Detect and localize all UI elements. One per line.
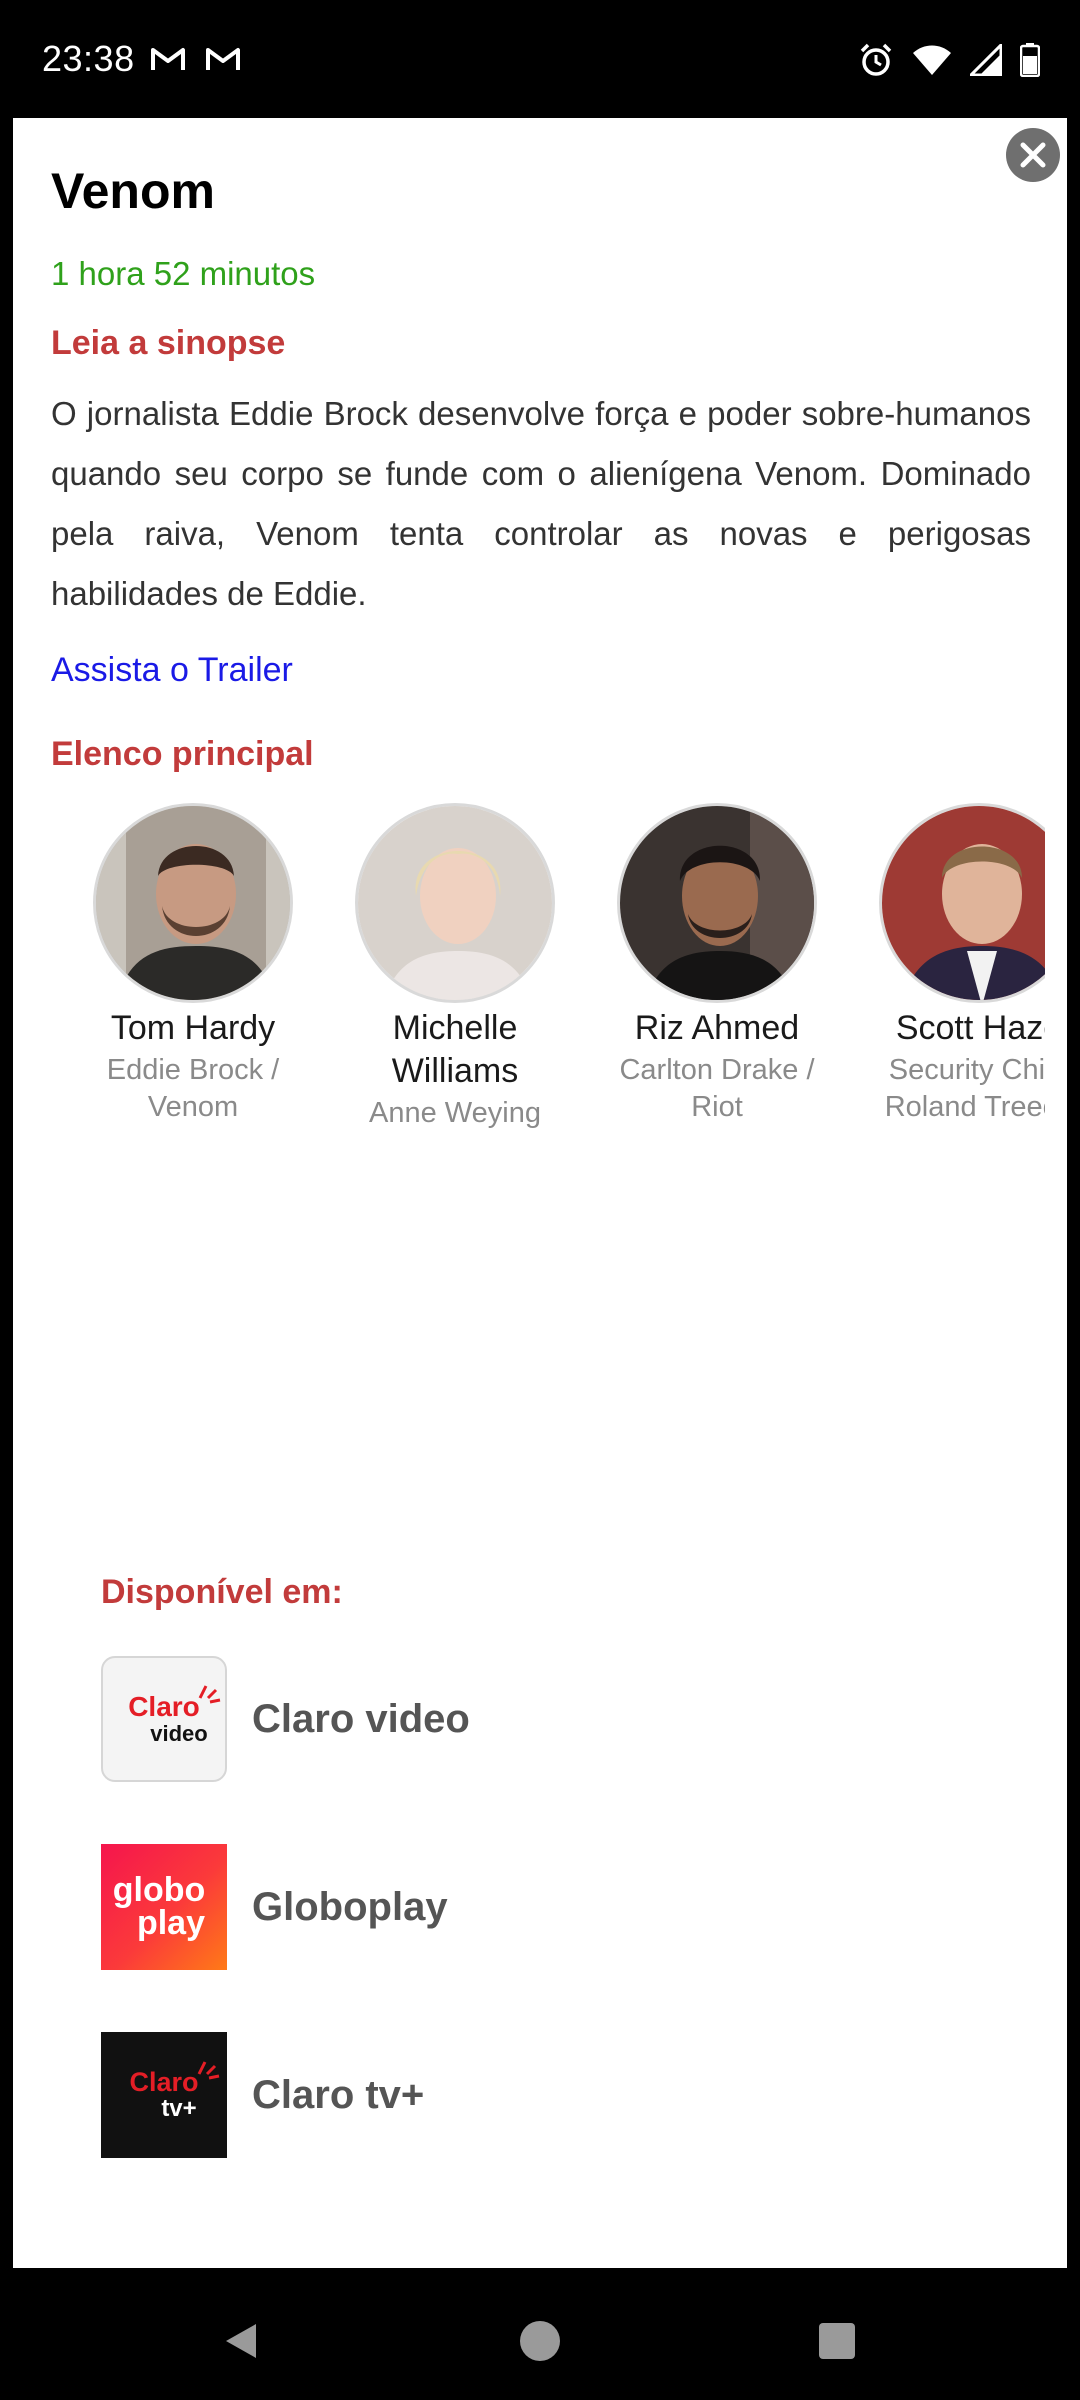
cast-member[interactable]: Scott Haze Security Chief Roland Treece <box>859 803 1045 1126</box>
alarm-icon <box>860 43 892 76</box>
synopsis-heading: Leia a sinopse <box>51 324 286 362</box>
claro-tv-plus-logo: Claro tv+ <box>101 2032 227 2158</box>
recents-button-icon[interactable] <box>818 2322 856 2360</box>
cast-role: Carlton Drake / Riot <box>619 1054 815 1123</box>
cast-photo <box>93 803 293 1003</box>
cast-name: Michelle Williams <box>391 1009 519 1090</box>
gmail-notification-icon <box>206 48 240 70</box>
cast-member[interactable]: Riz Ahmed Carlton Drake / Riot <box>597 803 837 1126</box>
provider-name: Claro video <box>252 1696 470 1741</box>
close-icon <box>1020 142 1046 168</box>
provider-globoplay[interactable]: globo play Globoplay <box>101 1844 801 1970</box>
availability-heading: Disponível em: <box>101 1573 343 1611</box>
gmail-notification-icon <box>151 48 185 70</box>
back-button-icon[interactable] <box>220 2320 262 2362</box>
provider-name: Globoplay <box>252 1884 448 1929</box>
globoplay-logo: globo play <box>101 1844 227 1970</box>
cast-name: Riz Ahmed <box>634 1009 800 1047</box>
cast-member[interactable]: Tom Hardy Eddie Brock / Venom <box>73 803 313 1126</box>
navigation-bar <box>0 2280 1080 2400</box>
watch-trailer-link[interactable]: Assista o Trailer <box>51 651 293 690</box>
cast-photo <box>355 803 555 1003</box>
close-button[interactable] <box>1006 128 1060 182</box>
cast-heading: Elenco principal <box>51 735 314 773</box>
cast-carousel[interactable]: Tom Hardy Eddie Brock / Venom Michelle W… <box>51 803 1045 1263</box>
provider-name: Claro tv+ <box>252 2072 425 2117</box>
cast-photo <box>617 803 817 1003</box>
provider-claro-video[interactable]: Claro video Claro video <box>101 1656 801 1782</box>
cellular-signal-icon <box>970 44 1002 76</box>
status-bar: 23:38 <box>0 0 1080 118</box>
cast-role: Eddie Brock / Venom <box>106 1054 280 1123</box>
synopsis-text: O jornalista Eddie Brock desenvolve forç… <box>51 395 1031 612</box>
cast-name: Tom Hardy <box>110 1009 276 1047</box>
cast-name: Scott Haze <box>895 1009 1045 1047</box>
home-button-icon[interactable] <box>519 2320 561 2362</box>
battery-icon <box>1020 43 1040 77</box>
movie-title: Venom <box>51 163 215 219</box>
status-time: 23:38 <box>42 38 135 79</box>
cast-member[interactable]: Michelle Williams Anne Weying <box>335 803 575 1132</box>
provider-claro-tv-plus[interactable]: Claro tv+ Claro tv+ <box>101 2032 801 2158</box>
movie-details-modal: Venom 1 hora 52 minutos Leia a sinopse O… <box>13 118 1067 2268</box>
movie-duration: 1 hora 52 minutos <box>51 255 316 292</box>
cast-role: Security Chief Roland Treece <box>884 1054 1045 1123</box>
cast-photo <box>879 803 1045 1003</box>
wifi-icon <box>913 45 951 75</box>
cast-role: Anne Weying <box>369 1097 541 1129</box>
claro-video-logo: Claro video <box>101 1656 227 1782</box>
